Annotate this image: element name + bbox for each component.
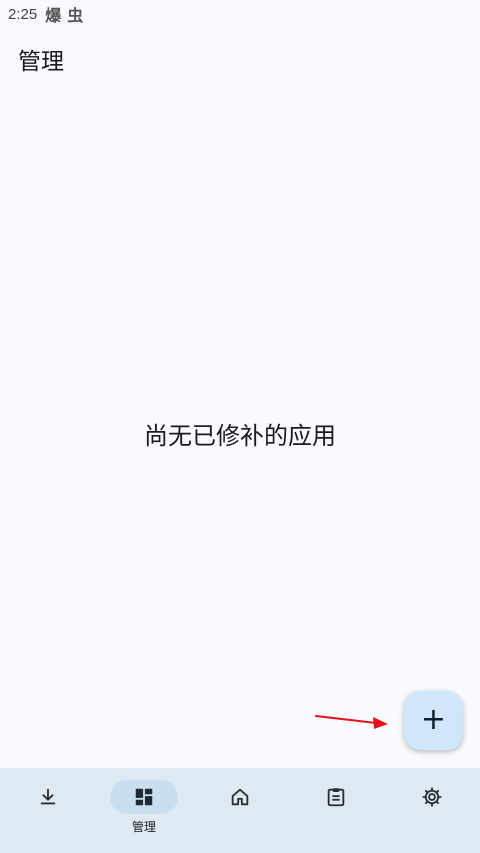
empty-state-message: 尚无已修补的应用 (144, 422, 336, 450)
status-glyph-2-icon: 虫 (67, 8, 84, 25)
add-app-fab[interactable]: + (404, 691, 463, 750)
status-glyph-1-icon: 爆 (45, 8, 62, 25)
nav-icon-container (398, 780, 466, 814)
nav-item-home[interactable] (192, 768, 288, 853)
nav-icon-container (110, 780, 178, 814)
page-title: 管理 (18, 49, 64, 75)
plus-icon: + (420, 701, 447, 737)
status-bar: 2:25 爆 虫 (0, 0, 480, 28)
nav-icon-container (14, 780, 82, 814)
home-icon (231, 788, 249, 806)
nav-icon-container (302, 780, 370, 814)
nav-item-manage[interactable]: 管理 (96, 768, 192, 853)
red-arrow-annotation (315, 715, 388, 729)
nav-item-logs[interactable] (288, 768, 384, 853)
app-screen: 2:25 爆 虫 管理 尚无已修补的应用 + 管理 (0, 0, 480, 853)
clipboard-icon (327, 788, 345, 807)
download-icon (40, 788, 56, 805)
nav-icon-container (206, 780, 274, 814)
status-time: 2:25 (8, 5, 38, 23)
nav-label-manage: 管理 (131, 820, 156, 834)
dashboard-icon (135, 788, 153, 806)
nav-item-download[interactable] (0, 768, 96, 853)
bottom-navigation: 管理 (0, 768, 480, 853)
nav-item-settings[interactable] (384, 768, 480, 853)
gear-icon (422, 787, 442, 807)
